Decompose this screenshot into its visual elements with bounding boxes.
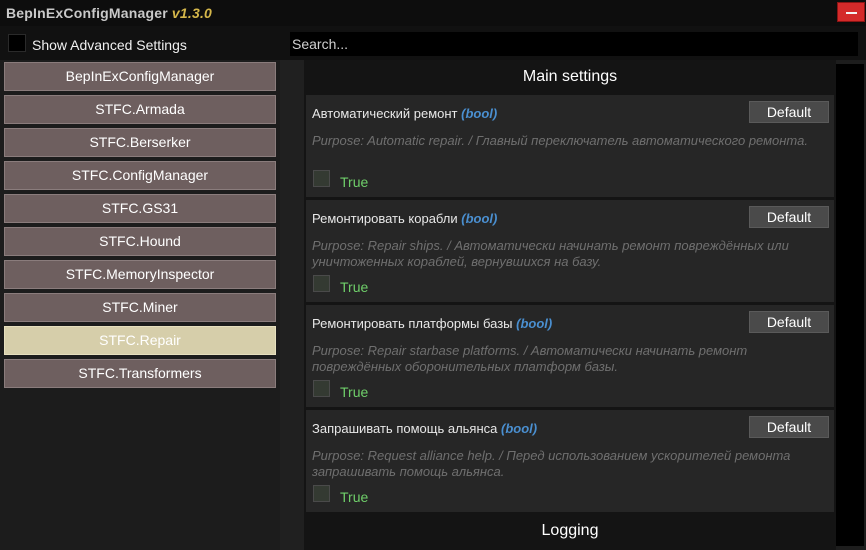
app-name: BepInExConfigManager [6,5,168,21]
setting-toggle[interactable] [313,485,330,502]
setting-entry: Ремонтировать корабли (bool) Default Pur… [306,200,834,302]
setting-toggle[interactable] [313,170,330,187]
setting-value-label: True [340,174,369,190]
scrollbar-thumb[interactable] [836,64,864,546]
plugin-item-berserker[interactable]: STFC.Berserker [4,128,276,157]
plugin-list: BepInExConfigManager STFC.Armada STFC.Be… [0,60,280,550]
setting-entry: Автоматический ремонт (bool) Default Pur… [306,95,834,197]
setting-description: Purpose: Repair ships. / Автоматически н… [312,238,789,269]
setting-name: Автоматический ремонт [312,106,458,121]
section-header-main[interactable]: Main settings [304,62,836,92]
show-advanced-label: Show Advanced Settings [32,37,187,53]
setting-title: Ремонтировать платформы базы (bool) [312,316,552,331]
setting-type: (bool) [461,106,498,121]
setting-title: Ремонтировать корабли (bool) [312,211,497,226]
setting-name: Ремонтировать платформы базы [312,316,513,331]
setting-entry: Ремонтировать платформы базы (bool) Defa… [306,305,834,407]
plugin-item-transformers[interactable]: STFC.Transformers [4,359,276,388]
setting-type: (bool) [461,211,498,226]
setting-description: Purpose: Repair starbase platforms. / Ав… [312,343,748,374]
default-button[interactable]: Default [749,101,829,123]
app-version: v1.3.0 [171,5,213,21]
plugin-item-memoryinspector[interactable]: STFC.MemoryInspector [4,260,276,289]
setting-title: Запрашивать помощь альянса (bool) [312,421,537,436]
setting-type: (bool) [516,316,553,331]
default-button[interactable]: Default [749,311,829,333]
window-title: BepInExConfigManager v1.3.0 [6,5,212,21]
plugin-item-armada[interactable]: STFC.Armada [4,95,276,124]
setting-name: Ремонтировать корабли [312,211,458,226]
setting-description: Purpose: Automatic repair. / Главный пер… [312,133,808,148]
minimize-dash-icon [846,12,857,14]
plugin-item-gs31[interactable]: STFC.GS31 [4,194,276,223]
plugin-item-repair[interactable]: STFC.Repair [4,326,276,355]
section-header-logging[interactable]: Logging [304,516,836,546]
setting-name: Запрашивать помощь альянса [312,421,498,436]
show-advanced-checkbox[interactable] [8,34,26,52]
setting-value-label: True [340,384,369,400]
plugin-item-bepinexconfigmanager[interactable]: BepInExConfigManager [4,62,276,91]
setting-toggle[interactable] [313,275,330,292]
setting-title: Автоматический ремонт (bool) [312,106,497,121]
setting-toggle[interactable] [313,380,330,397]
plugin-item-miner[interactable]: STFC.Miner [4,293,276,322]
plugin-item-configmanager[interactable]: STFC.ConfigManager [4,161,276,190]
default-button[interactable]: Default [749,416,829,438]
panel-divider[interactable] [280,60,304,550]
close-button[interactable] [837,2,865,22]
setting-value-label: True [340,489,369,505]
search-input[interactable] [290,32,858,56]
default-button[interactable]: Default [749,206,829,228]
title-bar: BepInExConfigManager v1.3.0 [0,0,866,26]
plugin-item-hound[interactable]: STFC.Hound [4,227,276,256]
setting-entry: Запрашивать помощь альянса (bool) Defaul… [306,410,834,512]
setting-description: Purpose: Request alliance help. / Перед … [312,448,791,479]
setting-value-label: True [340,279,369,295]
setting-type: (bool) [501,421,538,436]
